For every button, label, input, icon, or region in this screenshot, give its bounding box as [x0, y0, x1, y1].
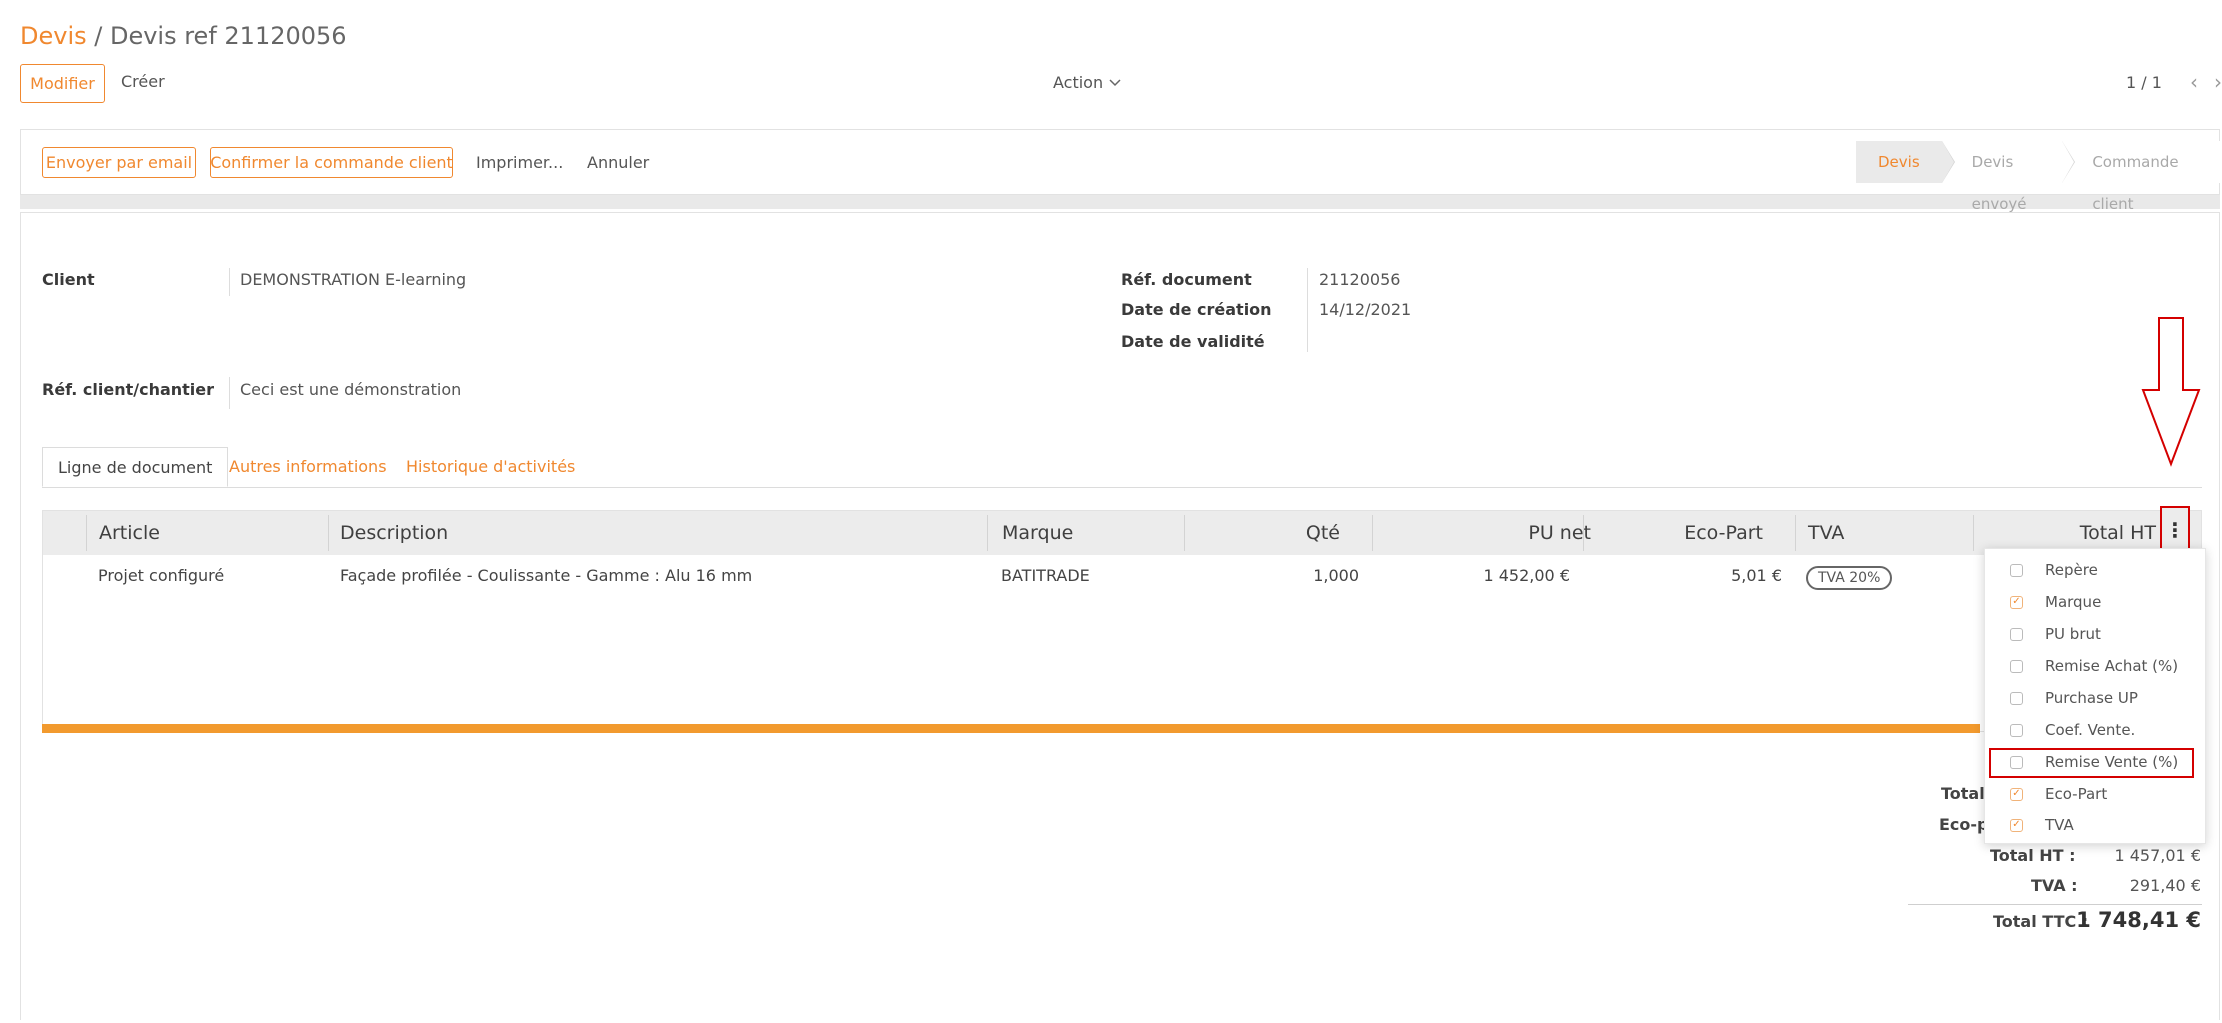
menu-item-label: Eco-Part — [2045, 785, 2108, 803]
ref-doc-value: 21120056 — [1319, 270, 1401, 289]
breadcrumb-devis-link[interactable]: Devis — [20, 22, 87, 50]
action-dropdown[interactable]: Action — [1053, 73, 1121, 92]
cell-description[interactable]: Façade profilée - Coulissante - Gamme : … — [340, 566, 752, 585]
field-divider — [229, 377, 230, 409]
stage-devis[interactable]: Devis — [1856, 141, 1955, 183]
breadcrumb-separator: / — [86, 22, 110, 50]
ref-doc-label: Réf. document — [1121, 270, 1252, 289]
page-title: Devis ref 21120056 — [109, 22, 347, 50]
annotation-arrow-icon — [2141, 317, 2201, 467]
edit-button[interactable]: Modifier — [20, 64, 105, 103]
date-validite-label: Date de validité — [1121, 332, 1265, 351]
column-header-pu-net[interactable]: PU net — [1372, 511, 1591, 555]
action-label: Action — [1053, 73, 1104, 92]
checkbox[interactable] — [2010, 691, 2023, 705]
column-header-tva[interactable]: TVA — [1808, 511, 1844, 555]
pager-prev-icon[interactable]: ‹ — [2190, 70, 2198, 94]
column-header-eco-part[interactable]: Eco-Part — [1583, 511, 1763, 555]
menu-item-marque[interactable]: ✓ Marque — [2010, 590, 2101, 614]
field-divider — [229, 268, 230, 296]
menu-item-label: TVA — [2045, 816, 2074, 834]
client-link[interactable]: DEMONSTRATION E-learning — [240, 270, 466, 289]
annotation-highlight-box — [1989, 748, 2194, 778]
tab-historique-activites[interactable]: Historique d'activités — [391, 447, 590, 487]
menu-item-label: PU brut — [2045, 625, 2101, 643]
menu-item-coef-vente[interactable]: Coef. Vente. — [2010, 718, 2135, 742]
client-label: Client — [42, 270, 95, 289]
field-divider — [1307, 268, 1308, 352]
column-options-button[interactable]: ⋮ — [2160, 506, 2190, 554]
date-creation-value: 14/12/2021 — [1319, 300, 1412, 319]
menu-item-repere[interactable]: Repère — [2010, 558, 2098, 582]
date-creation-label: Date de création — [1121, 300, 1272, 319]
column-divider — [328, 515, 329, 551]
pager-next-icon[interactable]: › — [2214, 70, 2222, 94]
checkbox[interactable] — [2010, 659, 2023, 673]
tab-ligne-document[interactable]: Ligne de document — [42, 447, 229, 487]
cancel-button[interactable]: Annuler — [587, 153, 649, 172]
menu-item-label: Marque — [2045, 593, 2102, 611]
stage-devis-envoye[interactable]: Devis envoyé — [1941, 141, 2076, 213]
menu-item-eco-part[interactable]: ✓ Eco-Part — [2010, 782, 2107, 806]
tab-autres-informations[interactable]: Autres informations — [214, 447, 402, 487]
kebab-icon: ⋮ — [2165, 518, 2185, 542]
tva-total-value: 291,40 € — [2129, 876, 2201, 895]
cell-eco-part[interactable]: 5,01 € — [1583, 566, 1782, 585]
ttc-value: 1 748,41 € — [2076, 908, 2201, 932]
checkbox[interactable] — [2010, 563, 2023, 577]
total-ht-value: 1 457,01 € — [2114, 846, 2201, 865]
stage-commande-client[interactable]: Commande client — [2062, 141, 2222, 213]
stage-label: Devis envoyé — [1971, 153, 2027, 213]
breadcrumb: Devis / Devis ref 21120056 — [20, 22, 347, 50]
menu-item-label: Remise Achat (%) — [2045, 657, 2179, 675]
print-button[interactable]: Imprimer... — [476, 153, 563, 172]
menu-item-label: Repère — [2045, 561, 2098, 579]
status-stages: Devis Devis envoyé Commande client — [1856, 141, 2222, 213]
totals-divider — [1908, 904, 2202, 905]
column-header-qte[interactable]: Qté — [1184, 511, 1340, 555]
checkbox-checked[interactable]: ✓ — [2010, 595, 2023, 609]
cell-qte[interactable]: 1,000 — [1184, 566, 1359, 585]
cell-marque[interactable]: BATITRADE — [1001, 566, 1090, 585]
tabs-divider — [42, 487, 2202, 488]
send-email-button[interactable]: Envoyer par email — [42, 147, 196, 178]
menu-item-label: Purchase UP — [2045, 689, 2138, 707]
tva-badge: TVA 20% — [1806, 566, 1893, 590]
chevron-down-icon — [1109, 78, 1121, 86]
menu-item-pu-brut[interactable]: PU brut — [2010, 622, 2101, 646]
column-divider — [1795, 515, 1796, 551]
column-header-description[interactable]: Description — [340, 511, 448, 555]
checkbox-checked[interactable]: ✓ — [2010, 787, 2023, 801]
cell-article[interactable]: Projet configuré — [98, 566, 224, 585]
menu-item-purchase-up[interactable]: Purchase UP — [2010, 686, 2138, 710]
ref-client-label: Réf. client/chantier — [42, 380, 215, 399]
pager-value: 1 / 1 — [2126, 73, 2162, 92]
column-divider — [86, 515, 87, 551]
column-header-article[interactable]: Article — [99, 511, 160, 555]
menu-item-tva[interactable]: ✓ TVA — [2010, 813, 2074, 837]
checkbox[interactable] — [2010, 723, 2023, 737]
cell-pu-net[interactable]: 1 452,00 € — [1372, 566, 1570, 585]
confirm-order-button[interactable]: Confirmer la commande client — [210, 147, 453, 178]
create-button[interactable]: Créer — [121, 72, 165, 91]
column-header-marque[interactable]: Marque — [1002, 511, 1073, 555]
checkbox[interactable] — [2010, 627, 2023, 641]
column-divider — [987, 515, 988, 551]
ref-client-value: Ceci est une démonstration — [240, 380, 462, 399]
menu-item-label: Coef. Vente. — [2045, 721, 2136, 739]
checkbox-checked[interactable]: ✓ — [2010, 818, 2023, 832]
menu-item-remise-achat[interactable]: Remise Achat (%) — [2010, 654, 2178, 678]
table-progress-bar — [42, 724, 1980, 733]
total-partial-label: Total — [1941, 784, 1985, 803]
stage-label: Devis — [1878, 153, 1920, 171]
statusbar-shadow — [20, 195, 2220, 209]
